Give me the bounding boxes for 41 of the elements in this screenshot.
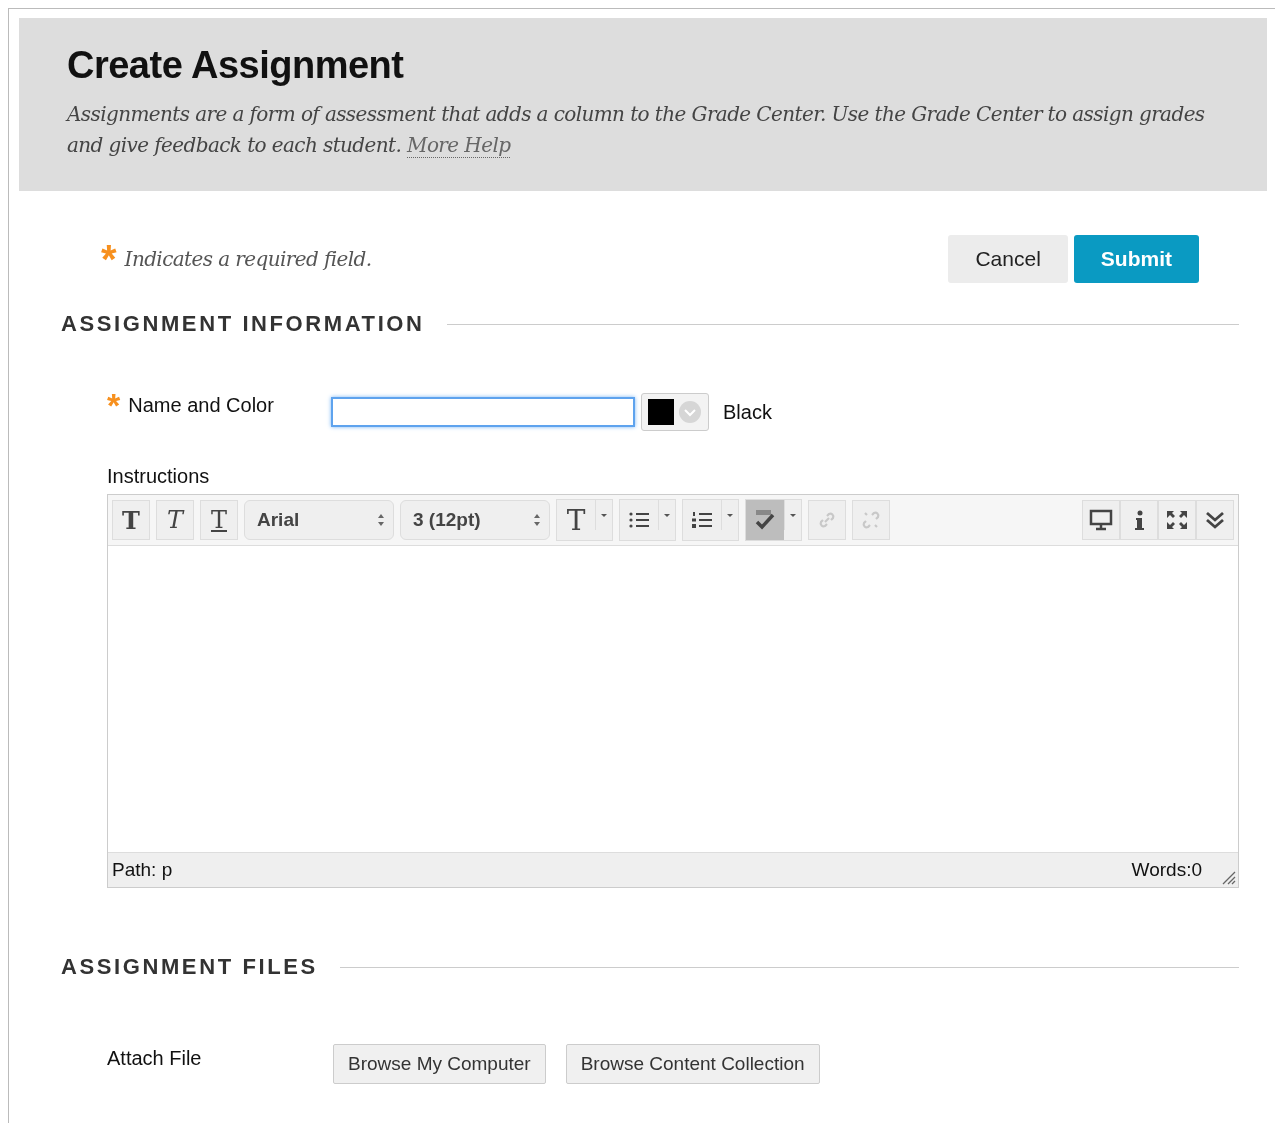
format-button[interactable]: T bbox=[156, 500, 194, 540]
numbered-list-icon bbox=[691, 510, 713, 530]
collapse-button[interactable] bbox=[1196, 500, 1234, 540]
page-description: Assignments are a form of assessment that adds a column to the Grade Center. Use the Grade Center to assign grades and give feedback to each student. More Help bbox=[67, 101, 1206, 160]
spellcheck-button[interactable] bbox=[746, 500, 784, 540]
resize-handle-icon[interactable] bbox=[1220, 869, 1236, 885]
toolbar-select[interactable]: Arial bbox=[244, 500, 394, 540]
section-heading: ASSIGNMENT INFORMATION bbox=[61, 311, 425, 337]
preview-button[interactable] bbox=[1082, 500, 1120, 540]
browse-button[interactable]: Browse Content Collection bbox=[565, 1044, 820, 1084]
cancel-button[interactable]: Cancel bbox=[948, 235, 1068, 283]
stepper-icon bbox=[533, 513, 541, 527]
element-path: Path: p bbox=[112, 859, 173, 881]
format-button[interactable]: T bbox=[200, 500, 238, 540]
browse-button[interactable]: Browse My Computer bbox=[333, 1044, 546, 1084]
more-help-link[interactable]: More Help bbox=[407, 133, 511, 158]
field-label: Attach File bbox=[107, 1046, 203, 1070]
section-heading: ASSIGNMENT FILES bbox=[61, 954, 318, 980]
toolbar-select[interactable]: 3 (12pt) bbox=[400, 500, 550, 540]
color-name: Black bbox=[723, 400, 772, 424]
field-label: Instructions bbox=[107, 465, 211, 488]
field-label: Name and Color bbox=[128, 393, 274, 417]
name-input-field[interactable] bbox=[331, 397, 635, 427]
format-button[interactable]: T bbox=[112, 500, 150, 540]
required-mark: * bbox=[101, 245, 117, 273]
word-count: Words:0 bbox=[1131, 859, 1202, 881]
page-title: Create Assignment bbox=[67, 44, 405, 87]
info-icon bbox=[1132, 509, 1146, 531]
fullscreen-button[interactable] bbox=[1158, 500, 1196, 540]
checkmark-icon bbox=[753, 509, 777, 531]
color-picker[interactable] bbox=[641, 393, 709, 431]
double-chevron-icon bbox=[1204, 509, 1226, 531]
monitor-icon bbox=[1089, 509, 1113, 531]
expand-icon bbox=[1165, 509, 1189, 531]
info-button[interactable] bbox=[1120, 500, 1158, 540]
dropdown-icon bbox=[678, 400, 702, 424]
broken-link-icon bbox=[860, 509, 882, 531]
stepper-icon bbox=[377, 513, 385, 527]
required-mark: * bbox=[107, 394, 121, 416]
bullet-list-icon bbox=[628, 510, 650, 530]
required-note: Indicates a required field. bbox=[124, 247, 372, 271]
